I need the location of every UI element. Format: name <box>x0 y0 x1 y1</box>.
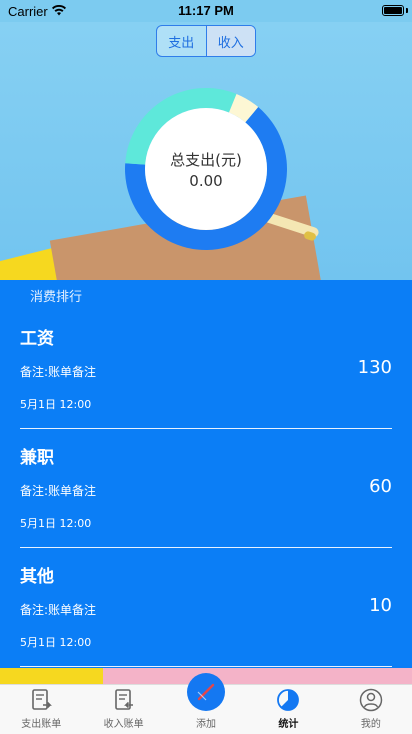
total-value: 0.00 <box>189 171 223 190</box>
tab-profile[interactable]: 我的 <box>330 685 412 734</box>
record-item[interactable]: 其他 备注:账单备注 10 5月1日 12:00 <box>20 548 392 667</box>
user-icon <box>359 688 383 712</box>
add-button[interactable] <box>187 673 226 711</box>
segment-income[interactable]: 收入 <box>206 26 255 56</box>
tab-expense-bills[interactable]: 支出账单 <box>0 685 82 734</box>
bill-in-icon <box>114 689 133 710</box>
tab-label: 我的 <box>360 719 381 730</box>
tab-label: 收入账单 <box>103 719 144 730</box>
bill-out-icon <box>32 689 53 710</box>
record-note: 备注:账单备注 <box>20 484 97 498</box>
record-date: 5月1日 12:00 <box>20 636 92 649</box>
record-note: 备注:账单备注 <box>20 603 97 617</box>
record-note: 备注:账单备注 <box>20 365 97 379</box>
expense-income-toggle: 支出 收入 <box>156 25 256 57</box>
record-date: 5月1日 12:00 <box>20 517 92 530</box>
record-title: 其他 <box>20 567 54 587</box>
record-amount: 10 <box>369 595 392 616</box>
status-bar: Carrier 11:17 PM <box>0 0 412 22</box>
record-title: 工资 <box>20 329 54 349</box>
segment-expense[interactable]: 支出 <box>157 26 206 56</box>
battery-tip <box>406 8 408 13</box>
ranking-title: 消费排行 <box>30 290 83 305</box>
tab-add[interactable]: 添加 <box>165 673 247 734</box>
donut-center: 总支出(元) 0.00 <box>125 88 287 250</box>
record-amount: 60 <box>369 476 392 497</box>
record-item[interactable]: 工资 备注:账单备注 130 5月1日 12:00 <box>20 310 392 429</box>
record-amount: 130 <box>357 357 392 378</box>
battery-icon <box>382 5 404 16</box>
tab-label: 统计 <box>278 719 299 730</box>
status-time: 11:17 PM <box>178 3 234 18</box>
ranking-panel: 消费排行 工资 备注:账单备注 130 5月1日 12:00 兼职 备注:账单备… <box>0 280 412 668</box>
pen-icon <box>197 683 215 701</box>
tab-statistics[interactable]: 统计 <box>247 685 329 734</box>
tab-income-bills[interactable]: 收入账单 <box>82 685 164 734</box>
record-item[interactable]: 兼职 备注:账单备注 60 5月1日 12:00 <box>20 429 392 548</box>
total-label: 总支出(元) <box>170 150 242 169</box>
tab-label: 支出账单 <box>21 719 62 730</box>
tab-label: 添加 <box>196 719 217 730</box>
pie-chart-icon <box>277 689 300 711</box>
record-date: 5月1日 12:00 <box>20 398 92 411</box>
record-title: 兼职 <box>20 448 54 468</box>
tab-bar: 支出账单 收入账单 添加 统计 我的 <box>0 673 412 734</box>
